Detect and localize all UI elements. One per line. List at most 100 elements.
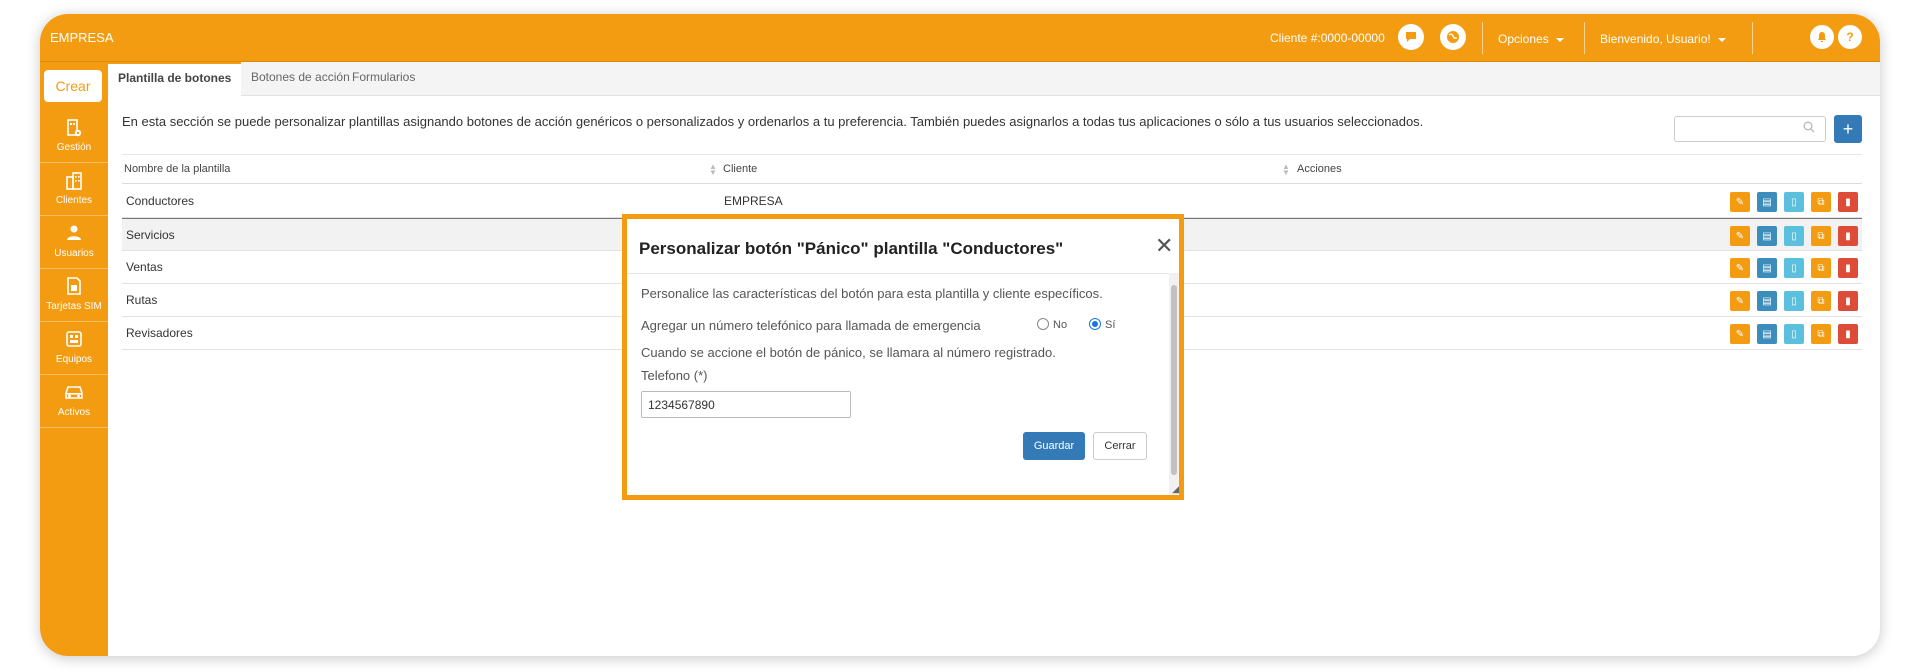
column-header-actions: Acciones <box>1297 163 1342 175</box>
row-actions: ✎ ▤ ▯ ⧉ ▮ <box>1730 192 1858 212</box>
table-header: Nombre de la plantilla ▲ ▼ Cliente ▲ ▼ Acc… <box>122 154 1862 184</box>
mobile-icon[interactable]: ▯ <box>1784 258 1804 278</box>
row-actions: ✎ ▤ ▯ ⧉ ▮ <box>1730 226 1858 246</box>
edit-icon[interactable]: ✎ <box>1730 258 1750 278</box>
template-name: Revisadores <box>126 326 193 340</box>
sidebar-item-label: Equipos <box>55 354 93 365</box>
edit-icon[interactable]: ✎ <box>1730 291 1750 311</box>
template-name: Rutas <box>126 293 158 307</box>
radio-yes-label: Sí <box>1105 319 1116 331</box>
section-description: En esta sección se puede personalizar pl… <box>122 114 1424 129</box>
sidebar-item-tarjetas-sim[interactable]: Tarjetas SIM <box>40 269 108 322</box>
navbar-divider <box>1752 22 1753 54</box>
template-client: EMPRESA <box>724 194 783 208</box>
template-name: Ventas <box>126 260 163 274</box>
edit-icon[interactable]: ✎ <box>1730 226 1750 246</box>
sort-icon[interactable]: ▲ ▼ <box>709 163 717 177</box>
delete-icon[interactable]: ▮ <box>1838 226 1858 246</box>
dialog-body: Personalice las características del botó… <box>627 273 1169 495</box>
document-icon[interactable]: ▤ <box>1757 192 1777 212</box>
phone-label: Telefono (*) <box>641 368 708 383</box>
radio-yes[interactable]: Sí <box>1089 318 1115 331</box>
copy-icon[interactable]: ⧉ <box>1811 291 1831 311</box>
dialog-scrollbar[interactable] <box>1169 273 1179 495</box>
mobile-icon[interactable]: ▯ <box>1784 226 1804 246</box>
brand-name[interactable]: EMPRESA <box>50 30 114 45</box>
column-header-name[interactable]: Nombre de la plantilla <box>124 163 230 175</box>
tab-formularios[interactable]: Formularios <box>342 62 425 96</box>
close-button[interactable]: Cerrar <box>1093 432 1147 460</box>
add-template-button[interactable]: + <box>1834 115 1862 143</box>
sidebar-item-label: Usuarios <box>54 248 94 259</box>
device-icon <box>40 322 108 354</box>
sidebar-item-clientes[interactable]: Clientes <box>40 163 108 216</box>
close-icon[interactable]: ✕ <box>1155 235 1173 257</box>
sort-icon[interactable]: ▲ ▼ <box>1282 163 1290 177</box>
client-number: Cliente #:0000-00000 <box>1270 31 1385 45</box>
create-button[interactable]: Crear <box>44 70 102 102</box>
row-actions: ✎ ▤ ▯ ⧉ ▮ <box>1730 258 1858 278</box>
radio-no[interactable]: No <box>1037 318 1067 331</box>
sidebar-item-equipos[interactable]: Equipos <box>40 322 108 375</box>
sidebar-item-usuarios[interactable]: Usuarios <box>40 216 108 269</box>
welcome-label: Bienvenido, Usuario! <box>1600 32 1711 46</box>
template-name: Servicios <box>126 228 175 242</box>
mobile-icon[interactable]: ▯ <box>1784 291 1804 311</box>
document-icon[interactable]: ▤ <box>1757 258 1777 278</box>
user-icon <box>40 216 108 248</box>
document-icon[interactable]: ▤ <box>1757 324 1777 344</box>
emergency-question: Agregar un número telefónico para llamad… <box>641 318 981 333</box>
search-icon <box>1803 121 1815 136</box>
tab-plantilla-de-botones[interactable]: Plantilla de botones <box>108 62 242 96</box>
help-icon[interactable]: ? <box>1838 25 1862 49</box>
customize-button-dialog: Personalizar botón "Pánico" plantilla "C… <box>622 214 1184 500</box>
top-navbar: EMPRESA Cliente #:0000-00000 Opciones Bi… <box>40 14 1880 62</box>
mobile-icon[interactable]: ▯ <box>1784 192 1804 212</box>
delete-icon[interactable]: ▮ <box>1838 258 1858 278</box>
scrollbar-thumb[interactable] <box>1171 285 1177 475</box>
document-icon[interactable]: ▤ <box>1757 291 1777 311</box>
sidebar: Crear Gestión Clientes Usuarios Tarjetas… <box>40 62 108 656</box>
sim-card-icon <box>40 269 108 301</box>
edit-icon[interactable]: ✎ <box>1730 324 1750 344</box>
chevron-down-icon <box>1555 37 1564 42</box>
column-header-client[interactable]: Cliente <box>723 163 757 175</box>
dialog-title: Personalizar botón "Pánico" plantilla "C… <box>639 239 1064 258</box>
sidebar-item-label: Tarjetas SIM <box>46 301 102 312</box>
delete-icon[interactable]: ▮ <box>1838 291 1858 311</box>
sidebar-item-activos[interactable]: Activos <box>40 375 108 428</box>
document-icon[interactable]: ▤ <box>1757 226 1777 246</box>
copy-icon[interactable]: ⧉ <box>1811 226 1831 246</box>
dialog-intro: Personalice las características del botó… <box>641 286 1103 301</box>
copy-icon[interactable]: ⧉ <box>1811 192 1831 212</box>
radio-button[interactable] <box>1037 318 1049 330</box>
bell-icon[interactable] <box>1810 25 1834 49</box>
car-icon <box>40 375 108 407</box>
building-gear-icon <box>40 110 108 142</box>
globe-icon[interactable] <box>1440 24 1466 50</box>
app-window: EMPRESA Cliente #:0000-00000 Opciones Bi… <box>40 14 1880 656</box>
buildings-icon <box>40 163 108 195</box>
row-actions: ✎ ▤ ▯ ⧉ ▮ <box>1730 324 1858 344</box>
edit-icon[interactable]: ✎ <box>1730 192 1750 212</box>
mobile-icon[interactable]: ▯ <box>1784 324 1804 344</box>
delete-icon[interactable]: ▮ <box>1838 324 1858 344</box>
sidebar-item-label: Clientes <box>55 195 93 206</box>
radio-no-label: No <box>1053 319 1068 331</box>
radio-button-selected[interactable] <box>1089 318 1101 330</box>
search-input[interactable] <box>1674 116 1826 142</box>
user-menu[interactable]: Bienvenido, Usuario! <box>1600 32 1726 46</box>
save-button[interactable]: Guardar <box>1023 432 1085 460</box>
phone-field[interactable] <box>641 391 851 418</box>
tab-bar: Plantilla de botones Botones de acción F… <box>108 62 1880 96</box>
copy-icon[interactable]: ⧉ <box>1811 324 1831 344</box>
options-label: Opciones <box>1498 32 1549 46</box>
sidebar-item-gestion[interactable]: Gestión <box>40 110 108 163</box>
resize-handle-icon[interactable]: ◢ <box>1172 484 1179 495</box>
options-menu[interactable]: Opciones <box>1498 32 1564 46</box>
chat-icon[interactable] <box>1398 24 1424 50</box>
navbar-divider <box>1584 22 1585 54</box>
template-name: Conductores <box>126 194 195 208</box>
copy-icon[interactable]: ⧉ <box>1811 258 1831 278</box>
delete-icon[interactable]: ▮ <box>1838 192 1858 212</box>
